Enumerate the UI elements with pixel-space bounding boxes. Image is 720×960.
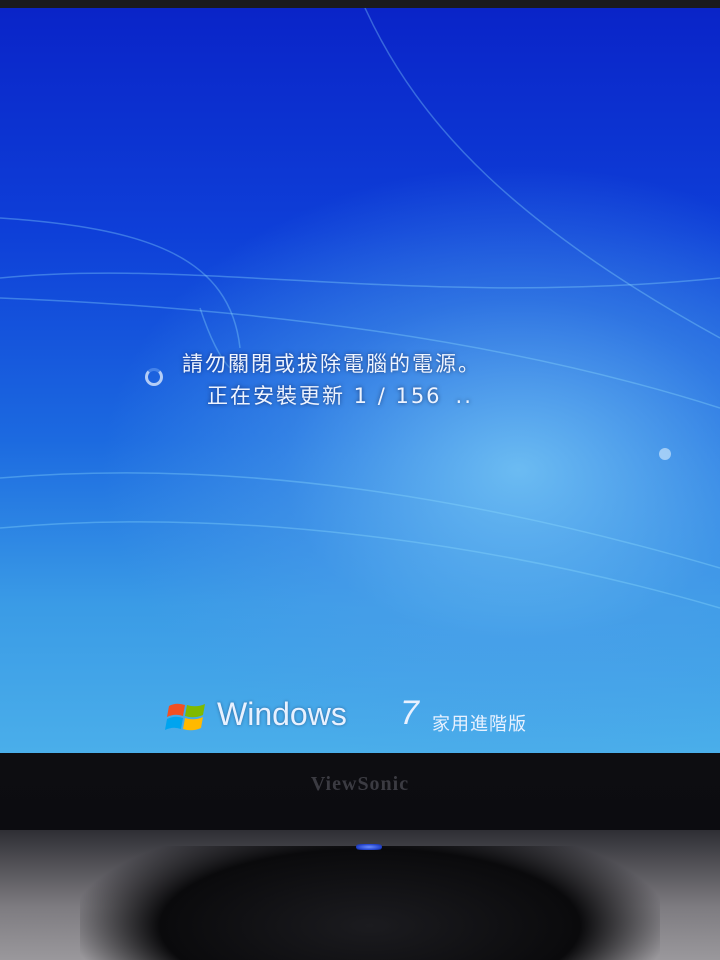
brand-version: 7 [400, 694, 419, 732]
progress-label: 正在安裝更新 1 / 156 [207, 384, 442, 408]
loading-spinner-icon [145, 368, 163, 386]
brand-product: Windows [217, 696, 347, 732]
progress-dots: .. [455, 384, 473, 408]
windows-logo-icon [165, 703, 205, 731]
power-warning-text: 請勿關閉或拔除電腦的電源。 [182, 352, 481, 376]
power-led-icon [356, 844, 382, 850]
update-progress-text: 正在安裝更新 1 / 156.. [207, 380, 473, 410]
brand-edition: 家用進階版 [432, 714, 527, 735]
monitor-vendor-logo: ViewSonic [310, 773, 410, 795]
monitor-screen: 請勿關閉或拔除電腦的電源。 正在安裝更新 1 / 156.. Windows 7… [0, 8, 720, 753]
photo: 請勿關閉或拔除電腦的電源。 正在安裝更新 1 / 156.. Windows 7… [0, 0, 720, 960]
monitor-stand [80, 846, 660, 960]
